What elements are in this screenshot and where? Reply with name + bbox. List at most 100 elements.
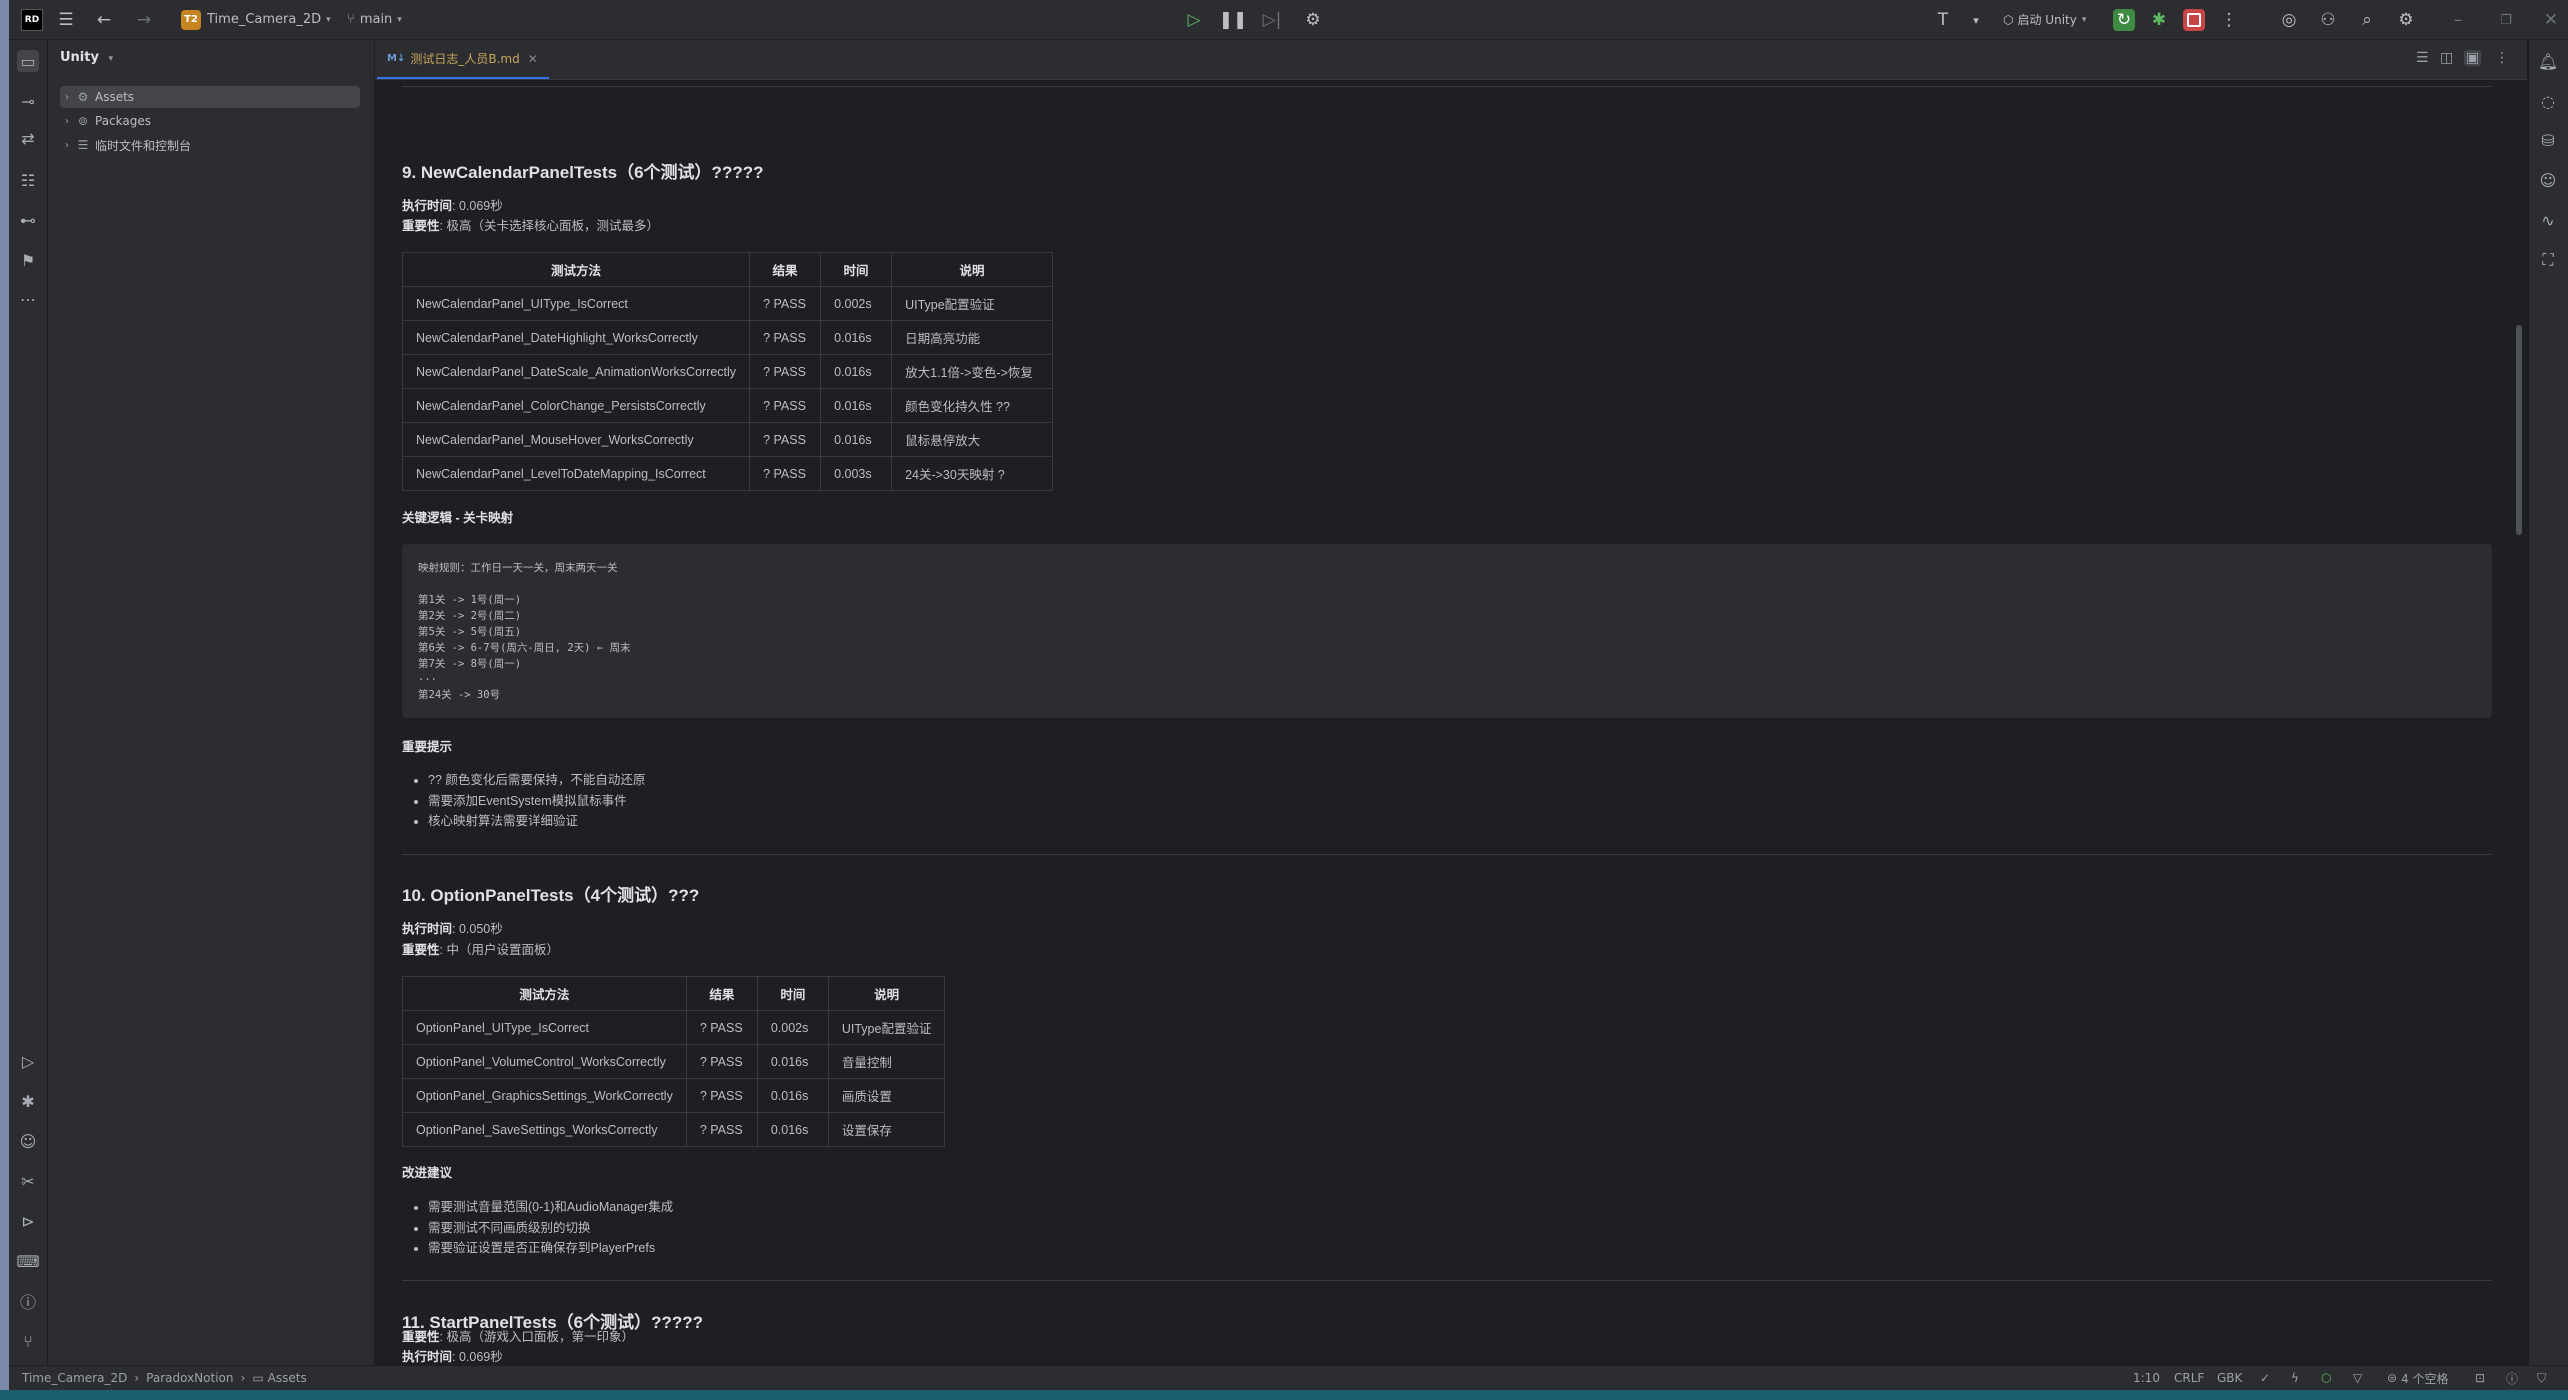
gear-icon[interactable]: ⚙	[2395, 9, 2417, 31]
minimize-icon[interactable]: –	[2447, 9, 2469, 31]
caret-position[interactable]: 1:10	[2133, 1366, 2160, 1390]
stop-icon[interactable]	[2183, 9, 2205, 31]
section-heading-10: 10. OptionPanelTests（4个测试）???	[402, 886, 700, 905]
breadcrumb-item[interactable]: Time_Camera_2D	[22, 1371, 127, 1385]
breadcrumb-item[interactable]: ParadoxNotion	[146, 1371, 233, 1385]
copilot-icon[interactable]: ☺	[2537, 169, 2559, 191]
title-bar: RD ☰ ← → T2 Time_Camera_2D ▾ ⑂ main ▾ ▷ …	[9, 0, 2568, 40]
bookmarks-icon[interactable]: ⚑	[17, 249, 39, 271]
problems-icon[interactable]: ⓘ	[17, 1290, 39, 1312]
line-separator[interactable]: CRLF	[2174, 1366, 2204, 1390]
project-panel: Unity ▾ › ⚙ Assets › ⊚ Packages › ☰ 临时文件…	[48, 40, 375, 1365]
unity-explorer-icon[interactable]: ⊷	[17, 209, 39, 231]
pull-requests-icon[interactable]: ⇄	[17, 127, 39, 149]
folder-icon: ▭	[252, 1371, 264, 1385]
exec-time-value: : 0.050秒	[452, 922, 503, 936]
exec-time-value: : 0.069秒	[452, 1350, 503, 1364]
indent-label: 4 个空格	[2401, 1371, 2449, 1386]
step-icon[interactable]: ▷|	[1261, 9, 1283, 31]
close-tab-icon[interactable]: ✕	[528, 52, 538, 66]
tree-item-scratches[interactable]: › ☰ 临时文件和控制台	[60, 134, 360, 156]
table-cell: ? PASS	[685, 1078, 758, 1113]
code-line: 第5关 -> 5号(周五)	[418, 626, 522, 638]
unity-connected-icon[interactable]: ⬡	[2321, 1366, 2331, 1390]
preview-only-icon[interactable]: ▣	[2464, 50, 2482, 66]
services-icon[interactable]: ⊳	[17, 1210, 39, 1232]
tab-markdown-file[interactable]: M↓ 测试日志_人员B.md ✕	[377, 40, 549, 79]
inspect-icon[interactable]: ⛶	[2537, 249, 2559, 271]
problems-status-icon[interactable]: ⓘ	[2506, 1366, 2518, 1390]
close-icon[interactable]: ✕	[2540, 9, 2562, 31]
ai-assistant-icon[interactable]: ◎	[2278, 9, 2300, 31]
debug-icon[interactable]: ✱	[2148, 9, 2170, 31]
inspection-ok-icon[interactable]: ✓	[2260, 1366, 2270, 1390]
shield-icon[interactable]: ⛉	[2537, 1366, 2546, 1390]
chevron-right-icon[interactable]: ›	[60, 140, 74, 151]
table-cell: NewCalendarPanel_LevelToDateMapping_IsCo…	[401, 456, 751, 491]
performance-icon[interactable]: ∿	[2537, 209, 2559, 231]
chevron-down-icon: ▾	[2081, 14, 2087, 25]
branch-selector[interactable]: ⑂ main ▾	[347, 0, 402, 39]
ai-chat-icon[interactable]: ◌	[2537, 90, 2559, 112]
build-tool-icon[interactable]: ✂	[17, 1170, 39, 1192]
pause-icon[interactable]: ❚❚	[1219, 9, 1248, 31]
project-view-selector[interactable]: Unity ▾	[60, 50, 113, 65]
notifications-icon[interactable]: 🔔︎	[2537, 50, 2559, 72]
vcs-icon[interactable]: ▽	[2353, 1366, 2362, 1390]
breadcrumb-item[interactable]: Assets	[268, 1371, 307, 1385]
improve-label: 改进建议	[402, 1166, 453, 1180]
indent-setting[interactable]: ⊜ 4 个空格	[2387, 1366, 2449, 1390]
table-cell: 0.016s	[756, 1112, 829, 1147]
editor-tab-bar: M↓ 测试日志_人员B.md ✕ ☰ ◫ ▣ ⋮	[375, 40, 2527, 80]
tree-item-packages[interactable]: › ⊚ Packages	[60, 110, 360, 132]
importance: 重要性: 极高（关卡选择核心面板，测试最多）	[402, 215, 659, 234]
notes-label: 重要提示	[402, 740, 453, 754]
restore-icon[interactable]: ❐	[2495, 9, 2517, 31]
attach-debugger-icon[interactable]: ⚙	[1302, 9, 1324, 31]
more-horizontal-icon[interactable]: ⋯	[17, 288, 39, 310]
lock-icon[interactable]: ⊡	[2475, 1366, 2485, 1390]
chevron-right-icon[interactable]: ›	[60, 92, 74, 103]
main-menu-icon[interactable]: ☰	[55, 9, 77, 31]
git-icon[interactable]: ⑂	[17, 1330, 39, 1352]
unity-play-icon[interactable]: ↻	[2113, 9, 2135, 31]
terminal-icon[interactable]: ⌨	[16, 1250, 39, 1272]
run-tests-icon[interactable]: ▷	[17, 1050, 39, 1072]
chevron-right-icon[interactable]: ›	[60, 116, 74, 127]
debug-tool-icon[interactable]: ✱	[17, 1090, 39, 1112]
forward-icon[interactable]: →	[133, 9, 155, 31]
column-header: 结果	[685, 976, 758, 1011]
editor-only-icon[interactable]: ☰	[2416, 50, 2429, 66]
column-header: 结果	[749, 252, 822, 287]
back-icon[interactable]: ←	[93, 9, 115, 31]
search-icon[interactable]: ⌕	[2356, 9, 2378, 31]
more-vertical-icon[interactable]: ⋮	[2495, 50, 2509, 66]
run-config-selector[interactable]: ⬡ 启动 Unity ▾	[2003, 0, 2086, 39]
project-selector[interactable]: T2 Time_Camera_2D ▾	[181, 0, 331, 39]
structure-icon[interactable]: ☷	[17, 169, 39, 191]
chevron-down-icon[interactable]: ▾	[1965, 9, 1987, 31]
file-encoding[interactable]: GBK	[2217, 1366, 2242, 1390]
section-heading-9: 9. NewCalendarPanelTests（6个测试）?????	[402, 163, 764, 182]
build-icon[interactable]: T	[1932, 9, 1954, 31]
window-edge	[0, 0, 9, 1400]
scrollbar-thumb[interactable]	[2516, 325, 2522, 535]
database-icon[interactable]: ⛁	[2537, 129, 2559, 151]
table-cell: 24关->30天映射 ?	[891, 456, 1054, 491]
tree-item-assets[interactable]: › ⚙ Assets	[60, 86, 360, 108]
run-icon[interactable]: ▷	[1183, 9, 1205, 31]
table-cell: 0.016s	[820, 422, 893, 457]
more-vertical-icon[interactable]: ⋮	[2218, 9, 2240, 31]
table-cell: 放大1.1倍->变色->恢复	[891, 354, 1054, 389]
add-user-icon[interactable]: ⚇	[2317, 9, 2339, 31]
chevron-down-icon: ▾	[108, 54, 114, 64]
table-row: NewCalendarPanel_DateHighlight_WorksCorr…	[401, 320, 1054, 355]
unity-icon: ⬡	[2003, 12, 2014, 27]
project-folder-icon[interactable]: ▭	[17, 50, 39, 72]
table-cell: 颜色变化持久性 ??	[891, 388, 1054, 423]
unity-log-icon[interactable]: ☺	[17, 1130, 39, 1152]
commit-icon[interactable]: ⊸	[17, 90, 39, 112]
power-save-icon[interactable]: ϟ	[2291, 1366, 2299, 1390]
table-cell: ? PASS	[685, 1010, 758, 1045]
split-view-icon[interactable]: ◫	[2440, 50, 2453, 66]
